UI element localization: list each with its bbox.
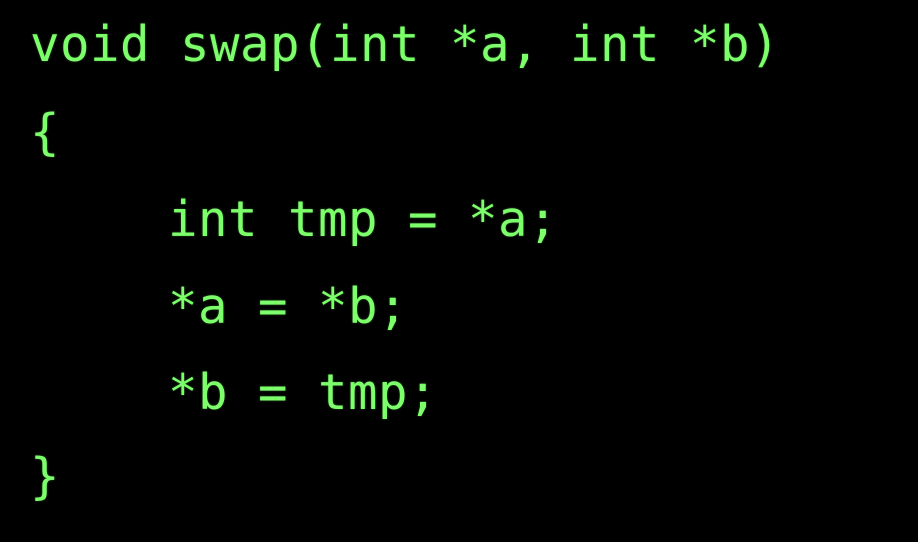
code-line-function-signature: void swap(int *a, int *b) (30, 16, 781, 73)
code-line-swap-a: *a = *b; (168, 278, 409, 335)
code-line-close-brace: } (30, 448, 61, 505)
code-line-open-brace: { (30, 104, 61, 161)
code-view: void swap(int *a, int *b) { int tmp = *a… (0, 0, 918, 542)
code-line-temp-assignment: int tmp = *a; (168, 191, 559, 248)
code-line-swap-b: *b = tmp; (168, 364, 439, 421)
